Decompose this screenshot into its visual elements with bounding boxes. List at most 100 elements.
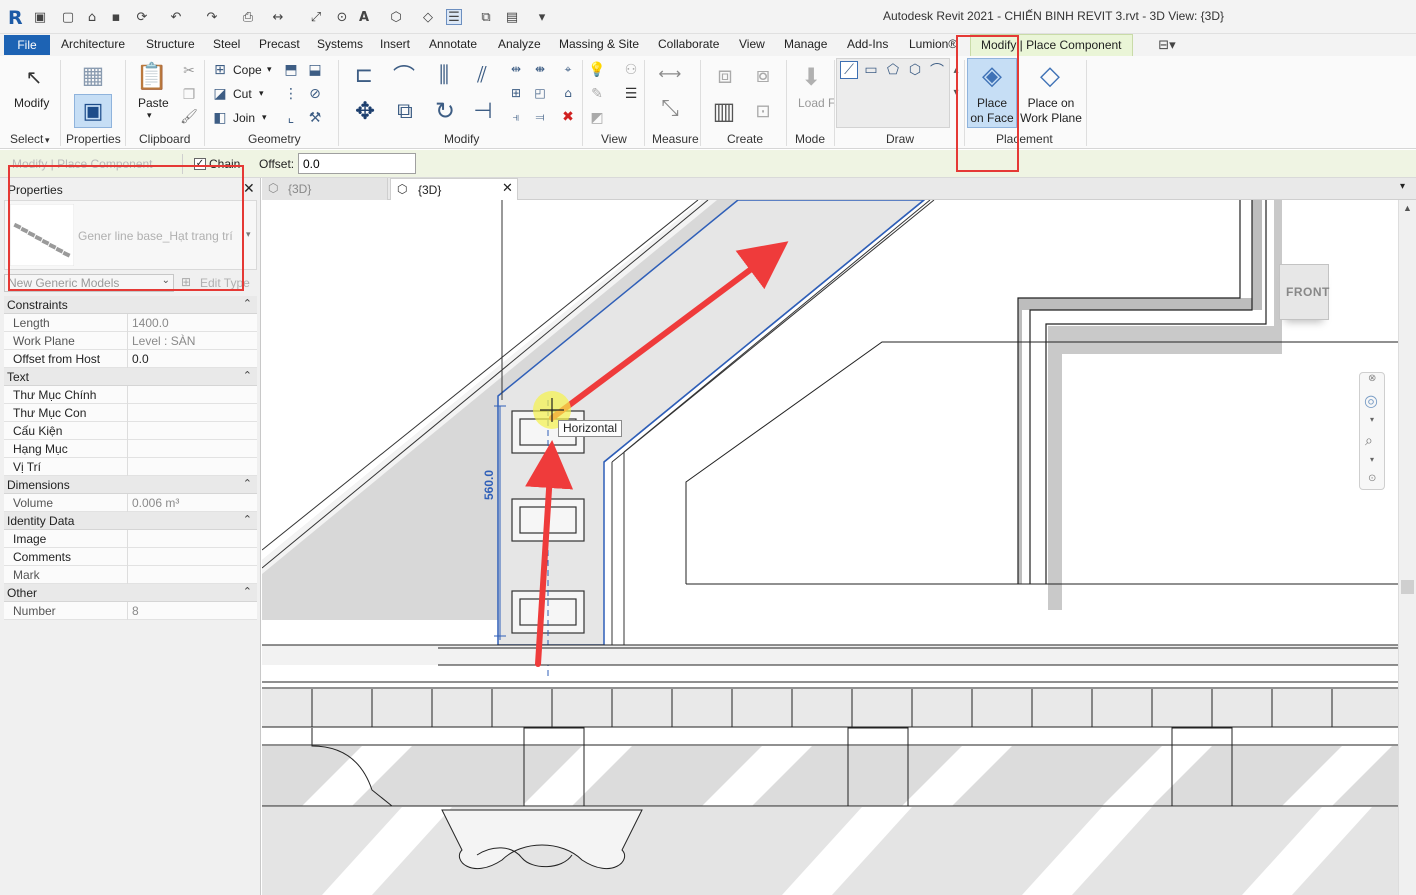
zoom-dropdown-icon[interactable]: ▾ xyxy=(1370,455,1374,464)
property-value[interactable] xyxy=(127,440,257,458)
create-similar-icon[interactable]: ⊡ xyxy=(748,96,778,126)
vertical-scrollbar[interactable]: ▲ xyxy=(1398,200,1416,895)
property-row[interactable]: Hạng Mục xyxy=(4,440,257,458)
print-icon[interactable]: ⎙ xyxy=(240,9,256,25)
group-constraints[interactable]: Constraints ⌃ xyxy=(4,296,257,314)
customize-qa-icon[interactable]: ▾ xyxy=(534,9,550,25)
cope-dropdown-icon[interactable]: ▾ xyxy=(267,64,272,75)
home-icon[interactable]: ▣ xyxy=(32,9,48,25)
property-value[interactable] xyxy=(127,548,257,566)
property-value[interactable] xyxy=(127,386,257,404)
eraser-icon[interactable]: ◩ xyxy=(588,109,606,127)
switch-windows-icon[interactable]: ▤ xyxy=(504,9,520,25)
unpin-icon[interactable]: ⌖ xyxy=(560,61,576,77)
join-button[interactable]: Join xyxy=(233,111,255,125)
linework-icon[interactable]: ☰ xyxy=(622,85,640,103)
select-dropdown-icon[interactable]: ▾ xyxy=(45,135,50,146)
zoom-icon[interactable]: ⌕ xyxy=(1365,433,1373,449)
mirror-axis-icon[interactable]: ⫼ xyxy=(430,60,458,90)
paste-icon[interactable]: 📋 xyxy=(136,60,168,94)
property-row[interactable]: Number 8 xyxy=(4,602,257,620)
split-gap-icon[interactable]: ⇼ xyxy=(532,61,548,77)
tab-massing-site[interactable]: Massing & Site xyxy=(559,37,639,51)
property-value[interactable] xyxy=(127,530,257,548)
measure-between-icon[interactable]: ⟷ xyxy=(652,64,688,83)
join-dropdown-icon[interactable]: ▾ xyxy=(262,112,267,123)
property-value[interactable]: 0.006 m³ xyxy=(127,494,257,512)
property-value[interactable]: 8 xyxy=(127,602,257,620)
light-bulb-icon[interactable]: 💡 xyxy=(588,61,606,79)
property-row[interactable]: Thư Mục Chính xyxy=(4,386,257,404)
modify-button[interactable]: Modify xyxy=(14,96,49,110)
profile-icon[interactable]: ⌞ xyxy=(282,109,300,127)
redo-icon[interactable]: ↷ xyxy=(204,9,220,25)
paste-button[interactable]: Paste xyxy=(138,96,169,110)
scrollbar-thumb[interactable] xyxy=(1401,580,1414,594)
property-row[interactable]: Volume 0.006 m³ xyxy=(4,494,257,512)
wheel-dropdown-icon[interactable]: ▾ xyxy=(1370,415,1374,424)
property-value[interactable]: 1400.0 xyxy=(127,314,257,332)
tab-systems[interactable]: Systems xyxy=(317,37,363,51)
place-on-work-plane-button[interactable]: Place on Work Plane xyxy=(1020,96,1082,126)
undo-icon[interactable]: ↶ xyxy=(168,9,184,25)
viewcube[interactable]: FRONT xyxy=(1279,264,1329,320)
property-row[interactable]: Cấu Kiện xyxy=(4,422,257,440)
new-file-icon[interactable]: ▢ xyxy=(60,9,76,25)
tab-annotate[interactable]: Annotate xyxy=(429,37,477,51)
tab-architecture[interactable]: Architecture xyxy=(61,37,125,51)
tab-add-ins[interactable]: Add-Ins xyxy=(847,37,888,51)
glasses-icon[interactable]: ⚇ xyxy=(622,61,640,79)
tab-view[interactable]: View xyxy=(739,37,765,51)
property-value[interactable] xyxy=(127,458,257,476)
tab-structure[interactable]: Structure xyxy=(146,37,195,51)
tab-steel[interactable]: Steel xyxy=(213,37,240,51)
property-row[interactable]: Vị Trí xyxy=(4,458,257,476)
steering-wheel-icon[interactable]: ◎ xyxy=(1364,391,1378,410)
tab-lumion[interactable]: Lumion® xyxy=(909,37,957,51)
thin-lines-icon[interactable]: ☰ xyxy=(446,9,462,25)
tab-insert[interactable]: Insert xyxy=(380,37,410,51)
3d-viewport[interactable]: Horizontal 560.0 FRONT ⊗ ◎ ▾ ⌕ ▾ ⊙ xyxy=(262,200,1398,895)
tab-file[interactable]: File xyxy=(4,35,50,55)
delete-icon[interactable]: ✖ xyxy=(560,109,576,125)
close-nav-icon[interactable]: ⊗ xyxy=(1368,373,1376,384)
property-row[interactable]: Work Plane Level : SÀN xyxy=(4,332,257,350)
create-parts-icon[interactable]: ⧇ xyxy=(748,60,778,90)
property-row[interactable]: Offset from Host 0.0 xyxy=(4,350,257,368)
property-value[interactable] xyxy=(127,422,257,440)
measure-qa-icon[interactable]: ↔ xyxy=(270,9,286,25)
close-tab-icon[interactable]: ✕ xyxy=(502,181,513,196)
demolish-icon[interactable]: ⊘ xyxy=(306,85,324,103)
aligned-dim-icon[interactable]: ⤡ xyxy=(652,94,688,122)
group-identity-data[interactable]: Identity Data ⌃ xyxy=(4,512,257,530)
circumscribed-polygon-icon[interactable]: ⬡ xyxy=(906,61,924,79)
tab-precast[interactable]: Precast xyxy=(259,37,300,51)
tab-manage[interactable]: Manage xyxy=(784,37,827,51)
cut-clipboard-icon[interactable]: ✂ xyxy=(180,62,198,80)
type-selector-dropdown-icon[interactable]: ▾ xyxy=(246,229,251,240)
scale-icon[interactable]: ◰ xyxy=(532,85,548,101)
property-row[interactable]: Comments xyxy=(4,548,257,566)
tab-collaborate[interactable]: Collaborate xyxy=(658,37,719,51)
create-group-icon[interactable]: ▥ xyxy=(706,96,742,126)
scroll-up-icon[interactable]: ▲ xyxy=(1403,203,1412,213)
wall-joins-icon[interactable]: ⬒ xyxy=(282,61,300,79)
revit-logo[interactable]: R xyxy=(8,7,23,29)
section-icon[interactable]: ◇ xyxy=(420,9,436,25)
property-value[interactable] xyxy=(127,566,257,584)
hammer-icon[interactable]: ⚒ xyxy=(306,109,324,127)
match-properties-icon[interactable]: 🖌 xyxy=(180,108,198,126)
type-properties-icon[interactable]: ▦ xyxy=(78,60,108,90)
array-icon[interactable]: ⊞ xyxy=(508,85,524,101)
trim-extend-icon[interactable]: ⊣ xyxy=(468,96,498,126)
property-row[interactable]: Mark xyxy=(4,566,257,584)
rotate-icon[interactable]: ↻ xyxy=(430,96,460,126)
open-file-icon[interactable]: ⌂ xyxy=(84,9,100,25)
group-other[interactable]: Other ⌃ xyxy=(4,584,257,602)
cope-button[interactable]: Cope xyxy=(233,63,262,77)
align-icon[interactable]: ⊏ xyxy=(350,60,378,90)
copy-icon[interactable]: ⧉ xyxy=(390,96,420,126)
arc-draw-icon[interactable]: ⌒ xyxy=(928,61,946,79)
view-tab-active[interactable]: ⬡ {3D} ✕ xyxy=(390,178,518,200)
cut-dropdown-icon[interactable]: ▾ xyxy=(259,88,264,99)
